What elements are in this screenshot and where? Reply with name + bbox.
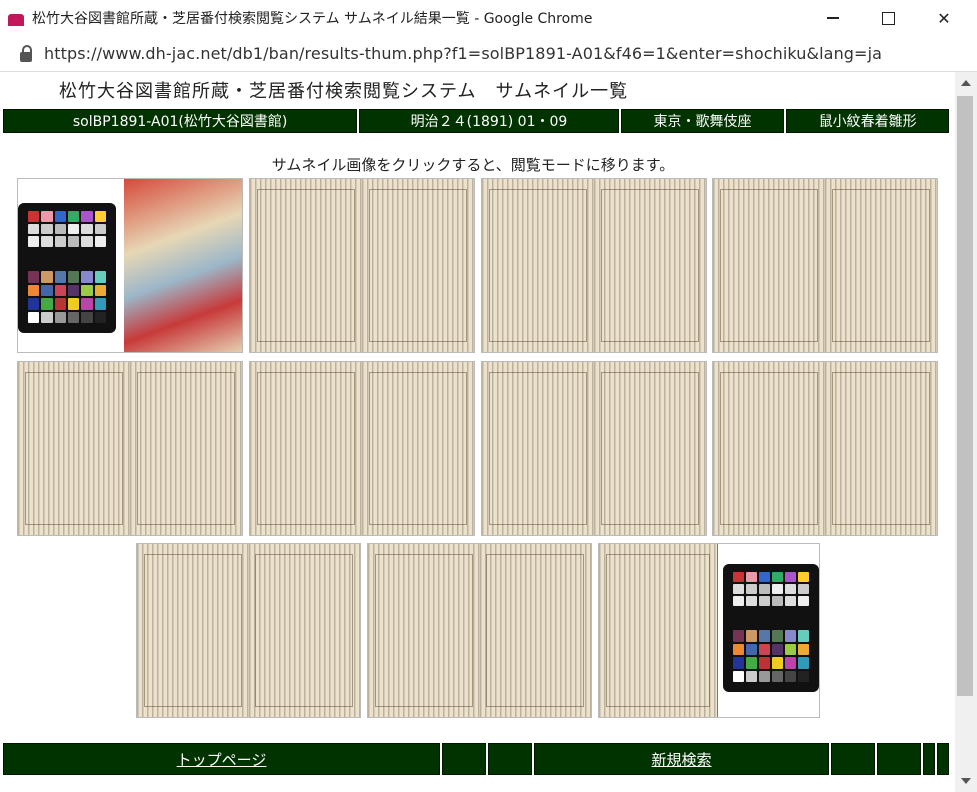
record-venue: 東京・歌舞伎座: [620, 109, 785, 133]
window-title: 松竹大谷図書館所蔵・芝居番付検索閲覧システム サムネイル結果一覧 - Googl…: [32, 11, 593, 27]
footer-cell-blank: [831, 743, 876, 775]
footer-cell-blank: [487, 743, 532, 775]
left-page: [713, 179, 826, 352]
footer-cell-blank: [923, 743, 936, 775]
thumbnail-page-1[interactable]: [249, 178, 475, 353]
record-info-bar: solBP1891-A01(松竹大谷図書館) 明治２４(1891) 01・09 …: [3, 109, 950, 133]
right-page: [594, 179, 706, 352]
page-content: 松竹大谷図書館所蔵・芝居番付検索閲覧システム サムネイル一覧 solBP1891…: [0, 72, 955, 792]
vertical-scrollbar[interactable]: [955, 72, 977, 792]
left-page: [482, 179, 595, 352]
back-page: [599, 544, 718, 717]
url-text[interactable]: https://www.dh-jac.net/db1/ban/results-t…: [44, 44, 882, 63]
scroll-down-icon[interactable]: [961, 778, 971, 784]
cover-illustration: [124, 179, 242, 352]
right-page: [130, 362, 242, 535]
minimize-icon: [827, 17, 839, 19]
color-checker-image: [723, 564, 819, 692]
right-page: [248, 544, 360, 717]
close-icon: ✕: [937, 8, 951, 28]
thumbnail-page-2[interactable]: [481, 178, 707, 353]
new-search-link[interactable]: 新規検索: [652, 749, 712, 770]
scrollbar-thumb[interactable]: [957, 96, 973, 696]
footer-cell-new-search: 新規検索: [533, 743, 830, 775]
lock-icon: [20, 44, 32, 62]
page-title: 松竹大谷図書館所蔵・芝居番付検索閲覧システム サムネイル一覧: [59, 81, 629, 102]
record-date: 明治２４(1891) 01・09: [359, 109, 619, 133]
footer-cell-blank: [442, 743, 486, 775]
color-checker-image: [18, 203, 116, 333]
left-page: [713, 362, 826, 535]
footer-cell-blank: [937, 743, 949, 775]
thumbnail-page-7[interactable]: [712, 361, 938, 536]
left-page: [482, 362, 595, 535]
instruction-text: サムネイル画像をクリックすると、閲覧モードに移ります。: [271, 156, 675, 174]
right-page: [362, 362, 474, 535]
left-page: [137, 544, 250, 717]
footer-nav: トップページ 新規検索: [3, 743, 949, 775]
right-page: [362, 179, 474, 352]
right-page: [825, 179, 937, 352]
left-page: [368, 544, 481, 717]
right-page: [594, 362, 706, 535]
maximize-button[interactable]: [865, 0, 911, 36]
minimize-button[interactable]: [810, 0, 856, 36]
thumbnail-cover[interactable]: [17, 178, 243, 353]
record-id: solBP1891-A01(松竹大谷図書館): [3, 109, 358, 133]
thumbnail-page-9[interactable]: [367, 543, 592, 718]
thumbnail-page-5[interactable]: [249, 361, 475, 536]
right-page: [479, 544, 591, 717]
maximize-icon: [881, 11, 895, 25]
thumbnail-page-8[interactable]: [136, 543, 361, 718]
window-titlebar: 松竹大谷図書館所蔵・芝居番付検索閲覧システム サムネイル結果一覧 - Googl…: [0, 0, 977, 36]
app-icon: [8, 14, 24, 26]
left-page: [250, 362, 363, 535]
footer-cell-top: トップページ: [3, 743, 441, 775]
footer-cell-blank: [877, 743, 922, 775]
top-page-link[interactable]: トップページ: [177, 749, 267, 770]
right-page: [825, 362, 937, 535]
address-bar[interactable]: https://www.dh-jac.net/db1/ban/results-t…: [0, 36, 977, 72]
thumbnail-back[interactable]: [598, 543, 820, 718]
close-button[interactable]: ✕: [921, 0, 967, 36]
left-page: [250, 179, 363, 352]
thumbnail-page-3[interactable]: [712, 178, 938, 353]
scroll-up-icon[interactable]: [961, 80, 971, 86]
thumbnail-page-4[interactable]: [17, 361, 243, 536]
record-play-title: 鼠小紋春着雛形: [786, 109, 950, 133]
left-page: [18, 362, 131, 535]
thumbnail-page-6[interactable]: [481, 361, 707, 536]
